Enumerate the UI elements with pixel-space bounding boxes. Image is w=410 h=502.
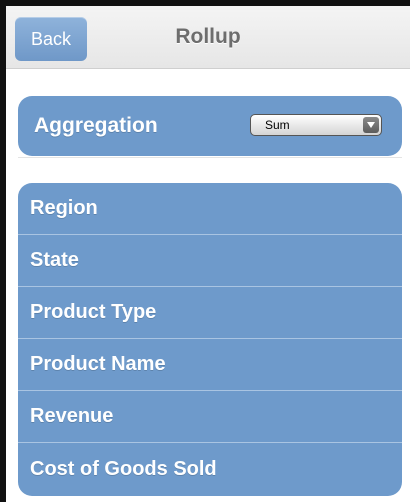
navigation-bar: Back Rollup [6,6,410,69]
aggregation-select-value: Sum [265,118,290,132]
list-item-revenue[interactable]: Revenue [18,391,402,443]
aggregation-label: Aggregation [34,114,158,137]
dropdown-arrow-icon [363,117,379,133]
list-item-product-type[interactable]: Product Type [18,287,402,339]
list-item-state[interactable]: State [18,235,402,287]
back-button[interactable]: Back [15,17,87,61]
fields-list: Region State Product Type Product Name R… [18,183,402,496]
aggregation-row: Aggregation Sum [18,96,402,156]
list-item-cost-of-goods-sold[interactable]: Cost of Goods Sold [18,443,402,495]
list-item-product-name[interactable]: Product Name [18,339,402,391]
divider [18,157,402,158]
aggregation-select[interactable]: Sum [250,114,382,136]
list-item-region[interactable]: Region [18,183,402,235]
